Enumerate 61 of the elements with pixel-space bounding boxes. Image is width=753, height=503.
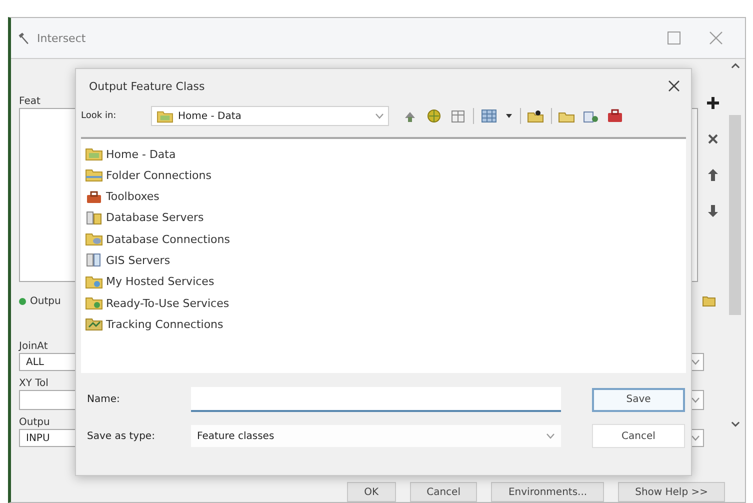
chevron-up-icon[interactable] bbox=[730, 63, 740, 69]
field-label: Outpu bbox=[30, 294, 61, 308]
button[interactable]: OK bbox=[347, 482, 396, 502]
folder-icon bbox=[84, 274, 104, 290]
field-value: INPU bbox=[26, 432, 50, 444]
field-label: JoinAt bbox=[19, 340, 49, 353]
name-label: Name: bbox=[86, 394, 121, 405]
table-icon[interactable] bbox=[449, 108, 467, 124]
list-item[interactable]: My Hosted Services bbox=[84, 272, 686, 291]
list-item[interactable]: GIS Servers bbox=[84, 251, 686, 270]
type-label: Save as type: bbox=[86, 430, 156, 442]
down-arrow-icon[interactable] bbox=[706, 204, 720, 218]
list-item[interactable]: Toolboxes bbox=[84, 188, 686, 206]
button[interactable]: Environments... bbox=[491, 482, 604, 502]
list-item[interactable]: Home - Data bbox=[84, 145, 686, 163]
dropdown-value: Home - Data bbox=[178, 110, 242, 122]
dialog-title: Output Feature Class bbox=[89, 80, 205, 92]
type-dropdown[interactable]: Feature classes bbox=[191, 425, 561, 447]
look-in-label: Look in: bbox=[81, 111, 118, 121]
hammer-icon bbox=[17, 31, 31, 45]
folder-icon bbox=[84, 146, 104, 162]
toolbox-icon bbox=[84, 188, 104, 205]
folder-icon bbox=[84, 316, 104, 332]
connect-folder-icon[interactable] bbox=[527, 108, 545, 124]
dropdown-icon bbox=[691, 435, 700, 441]
dropdown-icon bbox=[375, 113, 384, 119]
name-field[interactable] bbox=[191, 387, 561, 412]
list-item[interactable]: Database Connections bbox=[84, 230, 686, 248]
field-value: ALL bbox=[26, 356, 44, 368]
field-label: Outpu bbox=[19, 416, 51, 429]
toolbox-icon[interactable] bbox=[606, 108, 624, 124]
close-icon[interactable] bbox=[668, 80, 680, 92]
field-label: Feat bbox=[19, 95, 40, 108]
database-folder-icon bbox=[84, 231, 104, 248]
save-button[interactable]: Save bbox=[592, 388, 685, 412]
close-icon[interactable] bbox=[706, 132, 720, 146]
folder-icon[interactable] bbox=[702, 294, 716, 308]
dropdown-value: Feature classes bbox=[197, 430, 274, 442]
dropdown-icon bbox=[691, 359, 700, 365]
dropdown-icon bbox=[691, 397, 700, 403]
chevron-down-icon[interactable] bbox=[730, 421, 740, 427]
folder-icon bbox=[84, 167, 104, 184]
list-item[interactable]: Ready-To-Use Services bbox=[84, 294, 686, 312]
folder-icon bbox=[84, 295, 104, 312]
list-item[interactable]: Database Servers bbox=[84, 208, 686, 227]
plus-icon[interactable] bbox=[706, 96, 720, 110]
cancel-button[interactable]: Cancel bbox=[592, 424, 685, 448]
button[interactable]: Cancel bbox=[410, 482, 478, 502]
list-item[interactable]: Folder Connections bbox=[84, 166, 686, 184]
dropdown-icon bbox=[546, 433, 555, 439]
view-grid-icon[interactable] bbox=[480, 108, 498, 124]
window-title: Intersect bbox=[37, 32, 87, 44]
up-arrow-icon[interactable] bbox=[706, 168, 720, 182]
look-in-dropdown[interactable]: Home - Data bbox=[151, 106, 389, 126]
field-label: XY Tol bbox=[19, 377, 50, 390]
list-item[interactable]: Tracking Connections bbox=[84, 315, 686, 334]
server-icon bbox=[84, 210, 104, 226]
button[interactable]: Show Help >> bbox=[618, 482, 725, 502]
required-dot bbox=[19, 298, 26, 304]
maximize-icon[interactable] bbox=[667, 31, 681, 45]
folder-icon bbox=[156, 108, 174, 124]
